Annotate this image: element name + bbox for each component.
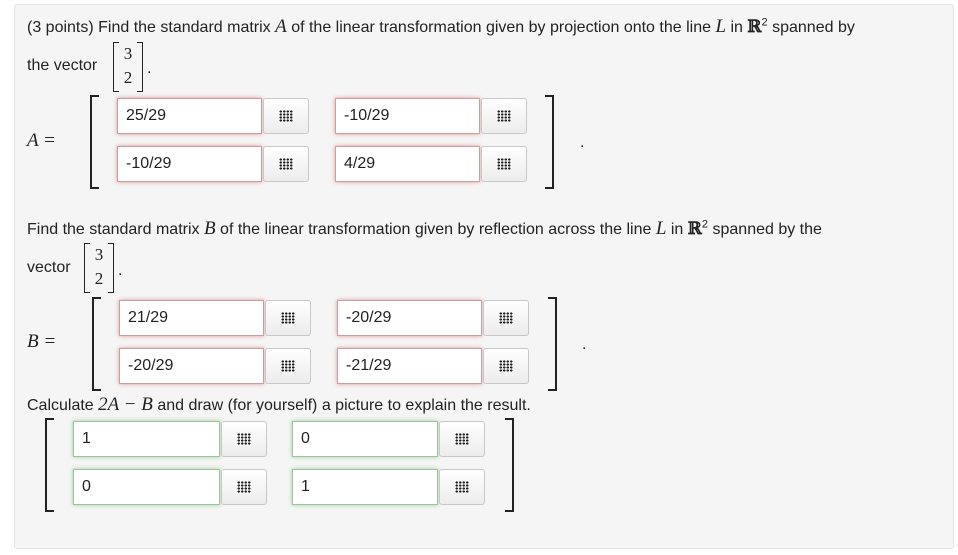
matrix-b-entry-21-button[interactable] — [265, 348, 311, 384]
matrix-c-entry-11-button[interactable] — [221, 421, 267, 457]
grid-dots-icon — [281, 360, 295, 372]
matrix-c-entry-22-button[interactable] — [439, 469, 485, 505]
grid-dots-icon — [237, 481, 251, 493]
matrix-b-entry-12-button[interactable] — [483, 300, 529, 336]
matrix-a-entry-21-button[interactable] — [263, 146, 309, 182]
matrix-c-left-bracket — [45, 418, 54, 512]
matrix-c-entry-21-button[interactable] — [221, 469, 267, 505]
grid-dots-icon — [279, 158, 293, 170]
matrix-a-entry-12[interactable]: -10/29 — [335, 98, 480, 134]
grid-dots-icon — [499, 360, 513, 372]
q2-statement: Find the standard matrix B of the linear… — [27, 218, 822, 239]
q2-direction-vector: 3 2 — [84, 243, 114, 293]
grid-dots-icon — [499, 312, 513, 324]
grid-dots-icon — [455, 481, 469, 493]
grid-dots-icon — [497, 110, 511, 122]
matrix-a-label: A = — [27, 130, 56, 151]
q1-statement-line2: the vector — [27, 57, 98, 74]
q3-statement: Calculate 2A − B and draw (for yourself)… — [27, 394, 531, 415]
matrix-c-right-bracket — [505, 418, 514, 512]
matrix-b-right-bracket — [548, 297, 557, 391]
matrix-a-right-bracket — [545, 95, 554, 189]
grid-dots-icon — [455, 433, 469, 445]
matrix-b-label: B = — [27, 331, 57, 352]
grid-dots-icon — [281, 312, 295, 324]
matrix-c-entry-12-button[interactable] — [439, 421, 485, 457]
grid-dots-icon — [497, 158, 511, 170]
problem-panel — [14, 4, 954, 549]
matrix-a-entry-11[interactable]: 25/29 — [117, 98, 262, 134]
matrix-b-left-bracket — [92, 297, 101, 391]
matrix-a-left-bracket — [90, 95, 99, 189]
matrix-b-entry-12[interactable]: -20/29 — [337, 300, 482, 336]
matrix-b-entry-22[interactable]: -21/29 — [337, 348, 482, 384]
matrix-c-entry-21[interactable]: 0 — [73, 469, 220, 505]
matrix-a-entry-22[interactable]: 4/29 — [335, 146, 480, 182]
matrix-a-entry-22-button[interactable] — [481, 146, 527, 182]
q1-direction-vector: 3 2 — [113, 42, 143, 92]
matrix-b-entry-22-button[interactable] — [483, 348, 529, 384]
matrix-c-entry-22[interactable]: 1 — [292, 469, 438, 505]
matrix-c-entry-12[interactable]: 0 — [292, 421, 438, 457]
matrix-b-entry-11[interactable]: 21/29 — [119, 300, 264, 336]
q1-statement: (3 points) Find the standard matrix A of… — [27, 16, 855, 37]
q2-statement-line2: vector — [27, 259, 71, 276]
matrix-a-entry-11-button[interactable] — [263, 98, 309, 134]
matrix-c-entry-11[interactable]: 1 — [73, 421, 220, 457]
grid-dots-icon — [279, 110, 293, 122]
matrix-a-entry-21[interactable]: -10/29 — [117, 146, 262, 182]
grid-dots-icon — [237, 433, 251, 445]
matrix-a-entry-12-button[interactable] — [481, 98, 527, 134]
matrix-b-entry-11-button[interactable] — [265, 300, 311, 336]
matrix-b-entry-21[interactable]: -20/29 — [119, 348, 264, 384]
